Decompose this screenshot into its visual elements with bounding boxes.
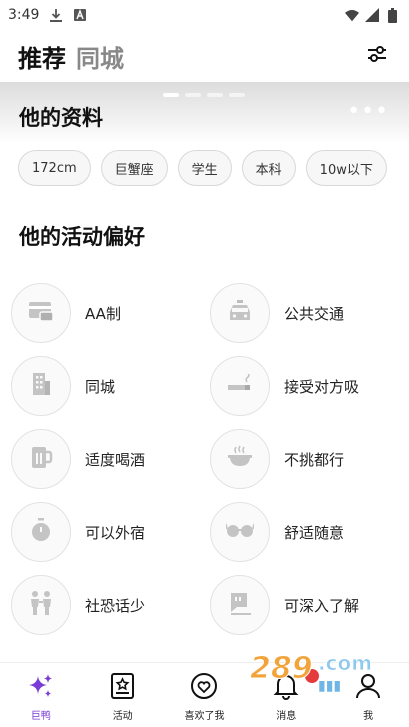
tab-recommend[interactable]: 推荐 [18,39,66,74]
pref-label: 舒适随意 [284,523,345,542]
svg-text:▮▮▮: ▮▮▮ [318,678,341,694]
pref-icon-circle [11,429,71,489]
people-icon [28,590,54,620]
top-nav: 推荐 同城 [0,30,409,82]
nav-label: 消息 [276,711,297,722]
profile-section-title: 他的资料 [19,106,103,130]
pref-icon-circle [11,283,71,343]
nav-label: 巨鸭 [30,711,51,722]
pref-icon-circle [210,575,270,635]
pref-item: 可以外宿 [11,502,145,562]
nav-label: 喜欢了我 [184,711,225,722]
pref-icon-circle [210,429,270,489]
pref-icon-circle [210,356,270,416]
carousel-dot [185,93,201,97]
pref-label: 社恐话少 [85,596,146,615]
pref-item: 不挑都行 [210,429,344,489]
nav-activity[interactable]: 活动 [82,663,164,727]
carousel-indicator [163,93,245,97]
carousel-dot [163,93,179,97]
svg-text:.com: .com [318,651,372,675]
more-options-button[interactable]: ••• [347,101,389,123]
nav-label: 活动 [112,711,133,722]
preferences-section-title: 他的活动偏好 [19,225,145,249]
pref-label: AA制 [85,304,121,323]
battery-icon [385,7,399,23]
card-icon [28,300,54,326]
star-book-icon [108,671,138,701]
pref-icon-circle [11,575,71,635]
pref-item: 社恐话少 [11,575,145,635]
bowl-icon [227,445,253,473]
pref-item: 接受对方吸 [210,356,359,416]
pref-item: AA制 [11,283,121,343]
nav-liked-me[interactable]: 喜欢了我 [164,663,246,727]
filter-button[interactable] [363,42,391,70]
nav-label: 我 [363,711,374,722]
pref-item: 可深入了解 [210,575,359,635]
building-icon [30,372,52,400]
nav-home[interactable]: 巨鸭 [0,663,82,727]
heart-icon [189,671,219,701]
pref-label: 公共交通 [284,304,345,323]
pref-label: 同城 [85,377,116,396]
pref-item: 适度喝酒 [11,429,145,489]
app-notification-icon [73,8,87,22]
tag-occupation: 学生 [177,150,232,186]
status-time: 3:49 [8,7,40,23]
tag-education: 本科 [241,150,296,186]
beer-icon [29,444,53,474]
sparkle-icon [26,671,56,701]
pref-icon-circle [210,502,270,562]
pref-icon-circle [11,502,71,562]
carousel-dot [229,93,245,97]
taxi-icon [228,299,252,327]
tag-zodiac: 巨蟹座 [100,150,168,186]
pref-icon-circle [11,356,71,416]
svg-text:289: 289 [250,651,313,686]
pref-label: 适度喝酒 [85,450,146,469]
pref-icon-circle [210,283,270,343]
signal-icon [365,8,379,22]
wifi-icon [345,8,359,22]
carousel-dot [207,93,223,97]
tag-income: 10w以下 [305,150,387,186]
chat-icon [228,591,252,619]
download-icon [49,8,63,22]
site-watermark: 289 .com ▮▮▮ [248,646,388,696]
pref-label: 接受对方吸 [284,377,360,396]
timer-icon [30,518,52,546]
tag-height: 172cm [18,150,91,186]
cigarette-icon [227,373,253,398]
filter-sliders-icon [365,42,389,70]
pref-item: 公共交通 [210,283,344,343]
status-bar: 3:49 [0,0,409,30]
tab-local[interactable]: 同城 [76,39,124,74]
pref-label: 可以外宿 [85,523,146,542]
pref-label: 不挑都行 [284,450,345,469]
glasses-icon [225,522,255,542]
pref-label: 可深入了解 [284,596,360,615]
pref-item: 舒适随意 [210,502,344,562]
pref-item: 同城 [11,356,115,416]
profile-tags: 172cm 巨蟹座 学生 本科 10w以下 [18,150,387,186]
